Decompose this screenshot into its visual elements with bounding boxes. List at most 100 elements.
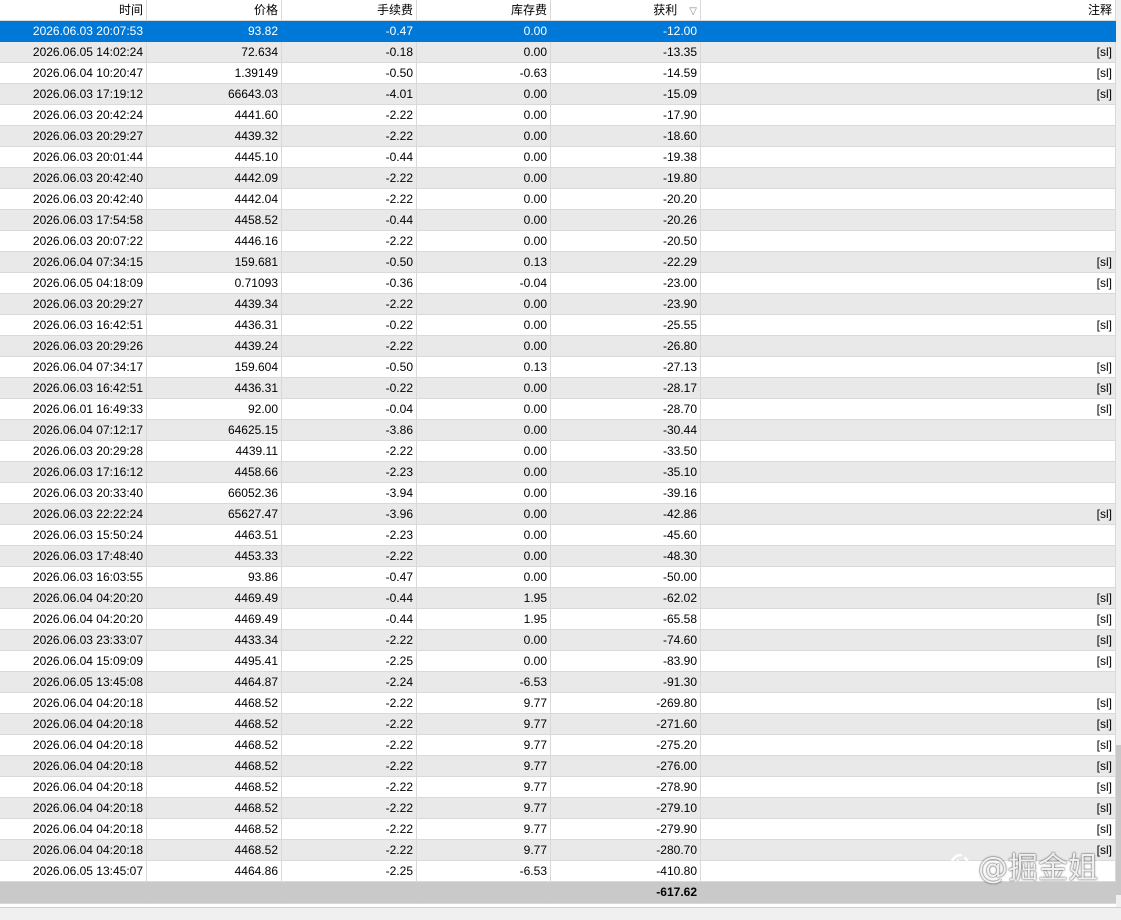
- cell-profit: -18.60: [551, 126, 701, 147]
- cell-time: 2026.06.04 04:20:18: [0, 714, 147, 735]
- cell-fee: -3.94: [282, 483, 417, 504]
- table-row[interactable]: 2026.06.03 20:33:40 66052.36 -3.94 0.00 -39.…: [0, 483, 1116, 504]
- cell-fee: -0.44: [282, 147, 417, 168]
- cell-price: 4468.52: [147, 735, 282, 756]
- table-row[interactable]: 2026.06.05 14:02:24 72.634 -0.18 0.00 -13.35…: [0, 42, 1116, 63]
- vertical-scrollbar[interactable]: [1116, 0, 1121, 919]
- table-row[interactable]: 2026.06.04 07:34:15 159.681 -0.50 0.13 -22.2…: [0, 252, 1116, 273]
- column-header-profit[interactable]: 获利 ▽: [551, 0, 701, 21]
- cell-price: 4469.49: [147, 588, 282, 609]
- cell-time: 2026.06.03 20:29:27: [0, 294, 147, 315]
- cell-price: 4468.52: [147, 714, 282, 735]
- cell-price: 4436.31: [147, 378, 282, 399]
- table-row[interactable]: 2026.06.05 04:18:09 0.71093 -0.36 -0.04 -23.…: [0, 273, 1116, 294]
- cell-time: 2026.06.03 20:33:40: [0, 483, 147, 504]
- table-row[interactable]: 2026.06.04 04:20:18 4468.52 -2.22 9.77 -279.…: [0, 819, 1116, 840]
- table-row[interactable]: 2026.06.03 20:07:53 93.82 -0.47 0.00 -12.00: [0, 21, 1116, 42]
- cell-fee: -3.86: [282, 420, 417, 441]
- cell-note: [sl]: [701, 315, 1116, 336]
- cell-note: [701, 546, 1116, 567]
- table-row[interactable]: 2026.06.03 20:01:44 4445.10 -0.44 0.00 -19.3…: [0, 147, 1116, 168]
- table-row[interactable]: 2026.06.04 04:20:18 4468.52 -2.22 9.77 -279.…: [0, 798, 1116, 819]
- table-row[interactable]: 2026.06.04 04:20:18 4468.52 -2.22 9.77 -278.…: [0, 777, 1116, 798]
- column-header-price[interactable]: 价格: [147, 0, 282, 21]
- table-row[interactable]: 2026.06.04 07:34:17 159.604 -0.50 0.13 -27.1…: [0, 357, 1116, 378]
- column-header-swap[interactable]: 库存费: [417, 0, 551, 21]
- cell-fee: -0.47: [282, 567, 417, 588]
- table-row[interactable]: 2026.06.04 10:20:47 1.39149 -0.50 -0.63 -14.…: [0, 63, 1116, 84]
- cell-time: 2026.06.04 04:20:18: [0, 735, 147, 756]
- cell-swap: 1.95: [417, 588, 551, 609]
- cell-fee: -2.23: [282, 525, 417, 546]
- cell-profit: -17.90: [551, 105, 701, 126]
- cell-price: 4439.32: [147, 126, 282, 147]
- column-header-note[interactable]: 注释: [701, 0, 1116, 21]
- cell-time: 2026.06.03 22:22:24: [0, 504, 147, 525]
- cell-profit: -27.13: [551, 357, 701, 378]
- cell-profit: -45.60: [551, 525, 701, 546]
- cell-time: 2026.06.03 20:42:40: [0, 168, 147, 189]
- cell-swap: 9.77: [417, 714, 551, 735]
- cell-time: 2026.06.03 17:54:58: [0, 210, 147, 231]
- table-row[interactable]: 2026.06.03 16:03:55 93.86 -0.47 0.00 -50.00: [0, 567, 1116, 588]
- cell-fee: -0.22: [282, 378, 417, 399]
- watermark: @掘金姐: [944, 843, 1098, 887]
- cell-fee: -0.18: [282, 42, 417, 63]
- table-row[interactable]: 2026.06.03 16:42:51 4436.31 -0.22 0.00 -25.5…: [0, 315, 1116, 336]
- table-row[interactable]: 2026.06.03 20:29:28 4439.11 -2.22 0.00 -33.5…: [0, 441, 1116, 462]
- cell-time: 2026.06.03 20:07:22: [0, 231, 147, 252]
- table-row[interactable]: 2026.06.03 20:29:26 4439.24 -2.22 0.00 -26.8…: [0, 336, 1116, 357]
- cell-swap: 0.00: [417, 315, 551, 336]
- cell-price: 93.86: [147, 567, 282, 588]
- cell-swap: 0.00: [417, 126, 551, 147]
- table-row[interactable]: 2026.06.03 20:29:27 4439.32 -2.22 0.00 -18.6…: [0, 126, 1116, 147]
- table-row[interactable]: 2026.06.04 04:20:20 4469.49 -0.44 1.95 -65.5…: [0, 609, 1116, 630]
- cell-time: 2026.06.04 04:20:18: [0, 840, 147, 861]
- scrollbar-thumb[interactable]: [1116, 745, 1121, 895]
- cell-fee: -0.47: [282, 21, 417, 42]
- table-row[interactable]: 2026.06.04 04:20:18 4468.52 -2.22 9.77 -276.…: [0, 756, 1116, 777]
- cell-note: [sl]: [701, 42, 1116, 63]
- cell-swap: 0.00: [417, 399, 551, 420]
- cell-note: [701, 231, 1116, 252]
- table-row[interactable]: 2026.06.03 16:42:51 4436.31 -0.22 0.00 -28.1…: [0, 378, 1116, 399]
- table-row[interactable]: 2026.06.03 17:19:12 66643.03 -4.01 0.00 -15.…: [0, 84, 1116, 105]
- table-row[interactable]: 2026.06.03 20:42:24 4441.60 -2.22 0.00 -17.9…: [0, 105, 1116, 126]
- table-row[interactable]: 2026.06.03 17:16:12 4458.66 -2.23 0.00 -35.1…: [0, 462, 1116, 483]
- column-header-profit-label: 获利: [653, 3, 678, 17]
- cell-note: [sl]: [701, 693, 1116, 714]
- table-row[interactable]: 2026.06.03 17:54:58 4458.52 -0.44 0.00 -20.2…: [0, 210, 1116, 231]
- table-row[interactable]: 2026.06.05 13:45:08 4464.87 -2.24 -6.53 -91.…: [0, 672, 1116, 693]
- cell-fee: -0.22: [282, 315, 417, 336]
- table-row[interactable]: 2026.06.04 15:09:09 4495.41 -2.25 0.00 -83.9…: [0, 651, 1116, 672]
- cell-time: 2026.06.03 20:29:26: [0, 336, 147, 357]
- cell-note: [sl]: [701, 399, 1116, 420]
- cell-time: 2026.06.03 20:29:28: [0, 441, 147, 462]
- cell-swap: 9.77: [417, 756, 551, 777]
- cell-swap: 0.00: [417, 651, 551, 672]
- column-header-time[interactable]: 时间: [0, 0, 147, 21]
- cell-fee: -0.50: [282, 63, 417, 84]
- column-header-fee[interactable]: 手续费: [282, 0, 417, 21]
- table-row[interactable]: 2026.06.03 20:29:27 4439.34 -2.22 0.00 -23.9…: [0, 294, 1116, 315]
- table-row[interactable]: 2026.06.03 23:33:07 4433.34 -2.22 0.00 -74.6…: [0, 630, 1116, 651]
- cell-profit: -26.80: [551, 336, 701, 357]
- table-row[interactable]: 2026.06.04 04:20:18 4468.52 -2.22 9.77 -271.…: [0, 714, 1116, 735]
- cell-time: 2026.06.05 14:02:24: [0, 42, 147, 63]
- table-row[interactable]: 2026.06.01 16:49:33 92.00 -0.04 0.00 -28.70[…: [0, 399, 1116, 420]
- cell-profit: -278.90: [551, 777, 701, 798]
- table-row[interactable]: 2026.06.03 15:50:24 4463.51 -2.23 0.00 -45.6…: [0, 525, 1116, 546]
- table-row[interactable]: 2026.06.03 20:42:40 4442.09 -2.22 0.00 -19.8…: [0, 168, 1116, 189]
- cell-fee: -2.22: [282, 105, 417, 126]
- table-row[interactable]: 2026.06.04 07:12:17 64625.15 -3.86 0.00 -30.…: [0, 420, 1116, 441]
- table-row[interactable]: 2026.06.03 20:42:40 4442.04 -2.22 0.00 -20.2…: [0, 189, 1116, 210]
- table-row[interactable]: 2026.06.04 04:20:20 4469.49 -0.44 1.95 -62.0…: [0, 588, 1116, 609]
- table-row[interactable]: 2026.06.04 04:20:18 4468.52 -2.22 9.77 -275.…: [0, 735, 1116, 756]
- table-row[interactable]: 2026.06.04 04:20:18 4468.52 -2.22 9.77 -269.…: [0, 693, 1116, 714]
- table-row[interactable]: 2026.06.03 20:07:22 4446.16 -2.22 0.00 -20.5…: [0, 231, 1116, 252]
- cell-time: 2026.06.05 13:45:08: [0, 672, 147, 693]
- table-row[interactable]: 2026.06.03 22:22:24 65627.47 -3.96 0.00 -42.…: [0, 504, 1116, 525]
- cell-price: 4468.52: [147, 756, 282, 777]
- table-row[interactable]: 2026.06.03 17:48:40 4453.33 -2.22 0.00 -48.3…: [0, 546, 1116, 567]
- cell-swap: 0.00: [417, 378, 551, 399]
